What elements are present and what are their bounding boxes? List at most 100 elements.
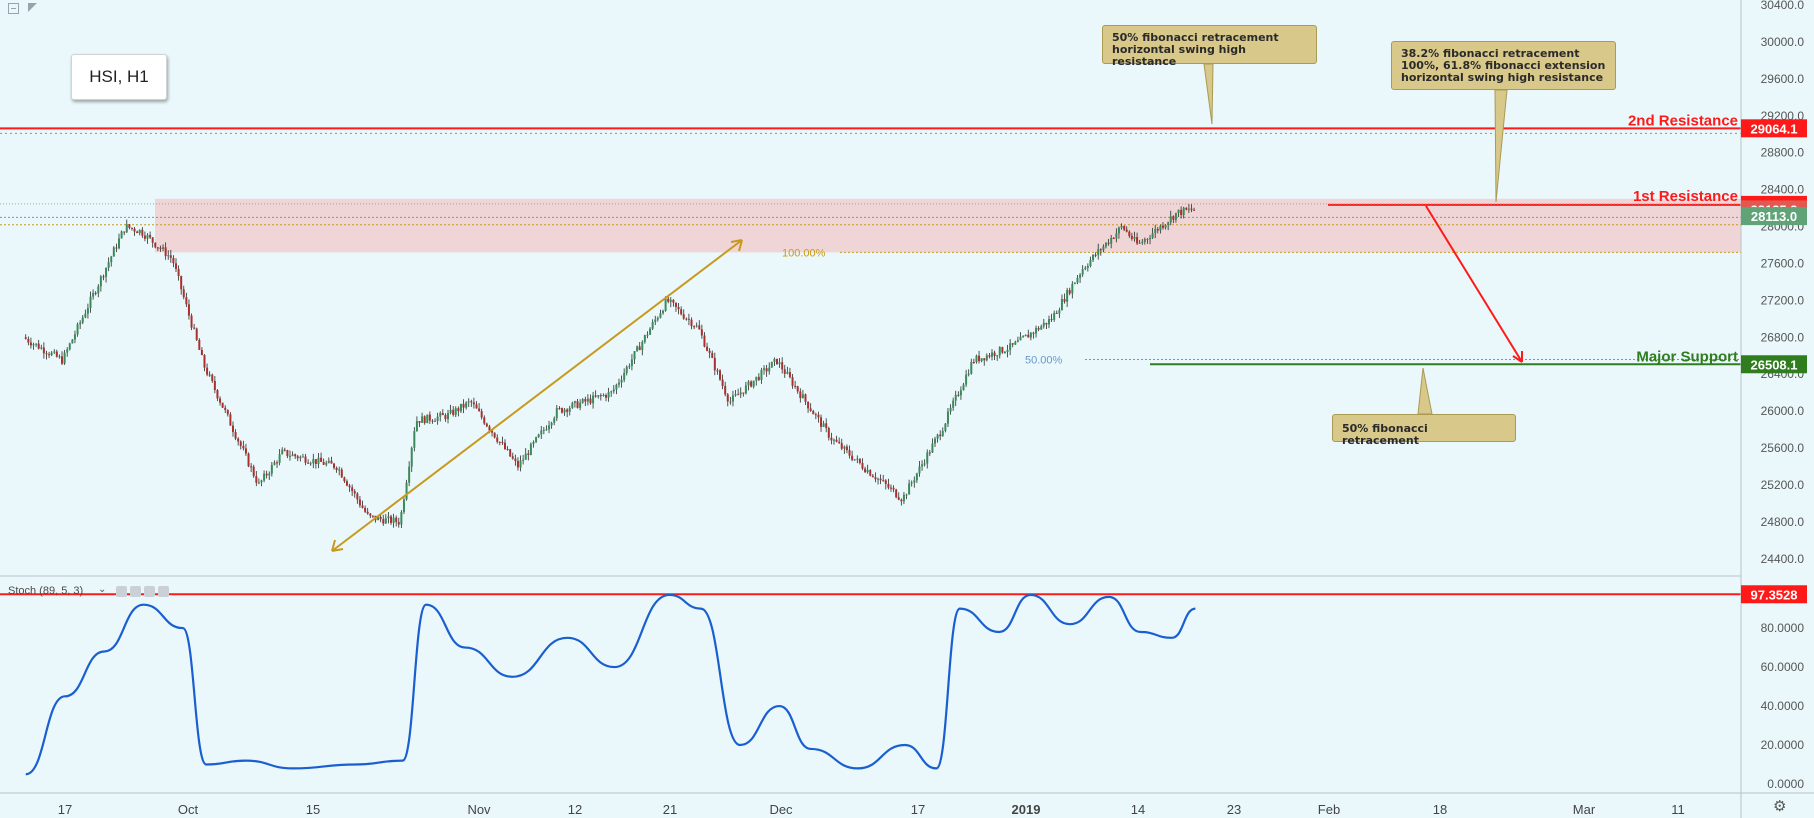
candle-body	[1027, 334, 1030, 338]
candle-body	[1187, 208, 1190, 210]
candle-body	[1066, 290, 1069, 302]
expand-icon[interactable]	[28, 3, 39, 14]
candle-body	[185, 297, 188, 305]
candle-body	[478, 408, 481, 412]
candle-body	[783, 369, 786, 374]
candle-body	[1016, 340, 1019, 342]
candle-body	[838, 441, 841, 444]
stoch-tick-label: 60.0000	[1761, 660, 1805, 674]
settings-gear-icon[interactable]: ⚙	[1773, 799, 1786, 814]
candle-body	[239, 441, 242, 446]
close-icon[interactable]	[158, 586, 169, 597]
candle-body	[1035, 328, 1038, 334]
candle-body	[641, 341, 644, 351]
candle-body	[1112, 237, 1115, 239]
candle-body	[817, 414, 820, 418]
candle-body	[1068, 290, 1071, 294]
candle-body	[731, 395, 734, 402]
candle-body	[597, 395, 600, 397]
candle-body	[1154, 229, 1157, 234]
candle-body	[527, 453, 530, 455]
time-tick-label: 21	[663, 802, 677, 817]
candle-body	[278, 454, 281, 463]
candle-body	[211, 374, 214, 381]
candle-body	[84, 313, 87, 318]
candle-body	[35, 343, 38, 345]
candle-body	[1143, 239, 1146, 242]
time-tick-label: Nov	[467, 802, 491, 817]
candle-body	[449, 409, 452, 414]
candle-body	[107, 262, 110, 268]
candle-body	[105, 267, 108, 277]
stoch-chevron-icon[interactable]: ⌄	[98, 584, 106, 595]
more-icon[interactable]	[144, 586, 155, 597]
time-tick-label: 17	[58, 802, 72, 817]
candle-body	[1146, 238, 1149, 240]
candle-body	[423, 416, 426, 424]
candle-body	[333, 463, 336, 468]
candle-body	[112, 247, 115, 257]
candle-body	[755, 376, 758, 381]
candle-body	[418, 421, 421, 423]
candle-body	[693, 326, 696, 328]
candle-body	[224, 407, 227, 410]
candle-body	[322, 461, 325, 465]
fib-100-label: 100.00%	[782, 247, 826, 259]
candle-body	[200, 349, 203, 356]
candle-body	[900, 499, 903, 502]
candle-body	[213, 380, 216, 391]
candle-body	[877, 478, 880, 480]
candle-body	[475, 404, 478, 409]
stoch-tick-label: 80.0000	[1761, 621, 1805, 635]
candle-body	[921, 464, 924, 467]
candle-body	[558, 408, 561, 410]
candle-body	[154, 242, 157, 248]
candle-body	[42, 347, 45, 354]
candle-body	[130, 227, 133, 229]
candle-body	[535, 437, 538, 442]
candle-body	[560, 408, 563, 413]
candle-body	[729, 401, 732, 403]
candle-body	[141, 229, 144, 236]
candle-body	[786, 372, 789, 374]
candle-body	[1047, 319, 1050, 325]
stoch-settings-icons[interactable]	[116, 586, 172, 597]
candle-body	[37, 343, 40, 349]
candle-body	[1120, 226, 1123, 228]
stoch-tick-label: 40.0000	[1761, 699, 1805, 713]
candle-body	[1089, 260, 1092, 267]
candle-body	[485, 423, 488, 427]
candle-body	[1185, 207, 1188, 210]
candle-body	[27, 338, 30, 343]
candle-body	[167, 255, 170, 257]
eye-icon[interactable]	[116, 586, 127, 597]
candle-body	[607, 392, 610, 398]
candle-body	[263, 473, 266, 481]
candle-body	[426, 414, 429, 424]
candle-body	[633, 351, 636, 360]
candle-body	[353, 491, 356, 494]
candle-body	[1086, 266, 1089, 268]
candle-body	[887, 483, 890, 488]
price-tick-label: 24400.0	[1761, 552, 1805, 566]
gear-icon[interactable]	[130, 586, 141, 597]
candle-body	[713, 357, 716, 371]
candle-body	[1128, 231, 1131, 236]
candle-body	[1107, 242, 1110, 244]
candle-body	[630, 359, 633, 367]
candle-body	[519, 460, 522, 468]
candle-body	[991, 352, 994, 357]
candle-body	[936, 434, 939, 439]
candle-body	[895, 489, 898, 498]
candle-body	[1003, 352, 1006, 354]
candle-body	[1115, 233, 1118, 239]
candle-body	[421, 416, 424, 423]
candle-body	[294, 454, 297, 457]
candle-body	[884, 480, 887, 484]
candle-body	[395, 517, 398, 523]
candle-body	[695, 325, 698, 327]
candle-body	[869, 470, 872, 476]
collapse-icon[interactable]	[8, 3, 19, 14]
candle-body	[431, 420, 434, 422]
candle-body	[281, 449, 284, 455]
